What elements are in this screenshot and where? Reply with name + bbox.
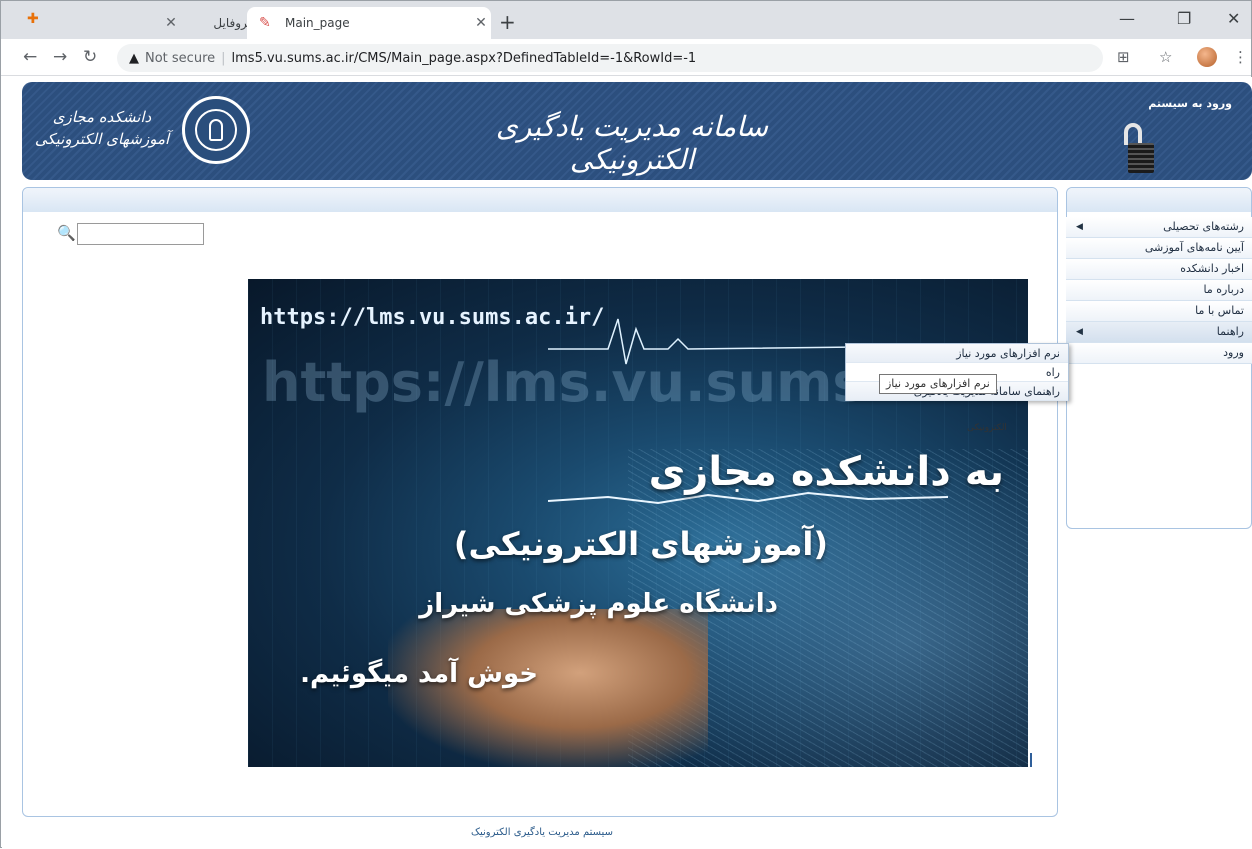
- extension-icon[interactable]: ✚: [27, 11, 39, 27]
- banner-line-3: دانشگاه علوم پزشکی شیراز: [419, 589, 778, 619]
- divider: |: [221, 50, 226, 66]
- site-title: سامانه مدیریت یادگیری الکترونیکی: [495, 110, 769, 176]
- menu-icon[interactable]: ⋮: [1233, 48, 1248, 66]
- sidebar-menu: رشته‌های تحصیلی ◀ آیین نامه‌های آموزشی ا…: [1066, 217, 1252, 364]
- seal-ring: [195, 109, 237, 151]
- menu-item-label: رشته‌های تحصیلی: [1163, 220, 1244, 233]
- menu-item-contact[interactable]: تماس با ما: [1066, 301, 1252, 322]
- close-icon[interactable]: ✕: [471, 15, 491, 31]
- university-seal-icon: [182, 96, 250, 164]
- star-icon[interactable]: ☆: [1159, 48, 1172, 66]
- new-tab-icon[interactable]: +: [499, 10, 516, 34]
- menu-item-label: ورود: [1223, 346, 1244, 359]
- banner-line-2: (آموزشهای الکترونیکی): [453, 525, 828, 563]
- banner-line-4: خوش آمد میگوئیم.: [300, 659, 538, 689]
- menu-item-news[interactable]: اخبار دانشکده: [1066, 259, 1252, 280]
- close-icon[interactable]: ✕: [161, 15, 181, 31]
- site-favicon-icon: ✎: [259, 15, 271, 31]
- sidebar-header: [1067, 188, 1251, 212]
- menu-item-label: راهنما: [1216, 325, 1244, 338]
- menu-item-label: اخبار دانشکده: [1180, 262, 1244, 275]
- site-header: دانشکده مجازی آموزشهای الکترونیکی سامانه…: [22, 82, 1252, 180]
- login-title[interactable]: ورود به سیستم: [1148, 97, 1232, 110]
- menu-item-fields[interactable]: رشته‌های تحصیلی ◀: [1066, 217, 1252, 238]
- submenu-item-software[interactable]: نرم افزارهای مورد نیاز: [846, 344, 1068, 363]
- text-cursor: [1030, 753, 1032, 767]
- banner-url: https://lms.vu.sums.ac.ir/: [260, 305, 605, 330]
- menu-item-regulations[interactable]: آیین نامه‌های آموزشی: [1066, 238, 1252, 259]
- submenu-item-label: راه: [1045, 366, 1060, 379]
- tooltip: نرم افزارهای مورد نیاز: [879, 374, 997, 394]
- menu-item-label: درباره ما: [1203, 283, 1244, 296]
- seal-emblem: [209, 119, 223, 141]
- security-label: Not secure: [145, 50, 216, 66]
- content-panel-header: [23, 188, 1057, 212]
- browser-window: ✚ ✕ پروفایل ✎ Main_page ✕ + — ❐ ✕ ← → ↻ …: [0, 0, 1252, 849]
- submenu-arrow-icon: ◀: [1076, 327, 1083, 337]
- translate-icon[interactable]: ⊞: [1117, 48, 1130, 66]
- submenu-item-label: نرم افزارهای مورد نیاز: [956, 347, 1060, 360]
- browser-toolbar: ← → ↻ ▲ Not secure | lms5.vu.sums.ac.ir/…: [1, 39, 1251, 76]
- restore-icon[interactable]: ❐: [1177, 9, 1191, 28]
- reload-icon[interactable]: ↻: [83, 47, 97, 67]
- menu-item-label: تماس با ما: [1195, 304, 1244, 317]
- avatar[interactable]: [1197, 47, 1217, 67]
- forward-icon[interactable]: →: [53, 47, 67, 67]
- back-icon[interactable]: ←: [23, 47, 37, 67]
- logo-text-line1: دانشکده مجازی: [52, 108, 152, 126]
- obscured-menu-text: الکترونیکی: [967, 423, 1007, 433]
- tab-title: Main_page: [285, 16, 350, 30]
- logo-text: دانشکده مجازی آموزشهای الکترونیکی: [32, 106, 172, 150]
- tab-strip: ✚ ✕ پروفایل ✎ Main_page ✕ + — ❐ ✕: [1, 1, 1251, 39]
- menu-item-label: آیین نامه‌های آموزشی: [1144, 241, 1244, 254]
- lock-icon[interactable]: [1120, 123, 1154, 173]
- lock-body: [1128, 143, 1154, 173]
- submenu-arrow-icon: ◀: [1076, 222, 1083, 232]
- logo-text-line2: آموزشهای الکترونیکی: [34, 130, 170, 148]
- tab-title: پروفایل: [213, 16, 251, 30]
- banner-line-1: به دانشکده مجازی: [648, 449, 1004, 495]
- window-close-icon[interactable]: ✕: [1227, 9, 1240, 28]
- menu-item-login[interactable]: ورود: [1066, 343, 1252, 364]
- warning-icon: ▲: [129, 50, 139, 66]
- search-icon[interactable]: 🔍: [57, 224, 76, 242]
- menu-item-help[interactable]: راهنما ◀: [1066, 322, 1252, 343]
- tab-main-page[interactable]: ✎ Main_page ✕: [247, 7, 491, 39]
- page: دانشکده مجازی آموزشهای الکترونیکی سامانه…: [2, 77, 1252, 849]
- url-text: lms5.vu.sums.ac.ir/CMS/Main_page.aspx?De…: [231, 50, 697, 66]
- tab-profile[interactable]: ✕ پروفایل: [161, 7, 251, 39]
- lock-shackle: [1124, 123, 1142, 145]
- address-bar[interactable]: ▲ Not secure | lms5.vu.sums.ac.ir/CMS/Ma…: [117, 44, 1103, 72]
- minimize-icon[interactable]: —: [1119, 9, 1135, 28]
- footer-text: سیستم مدیریت یادگیری الکترونیک: [471, 827, 613, 838]
- menu-item-about[interactable]: درباره ما: [1066, 280, 1252, 301]
- search-input[interactable]: [77, 223, 204, 245]
